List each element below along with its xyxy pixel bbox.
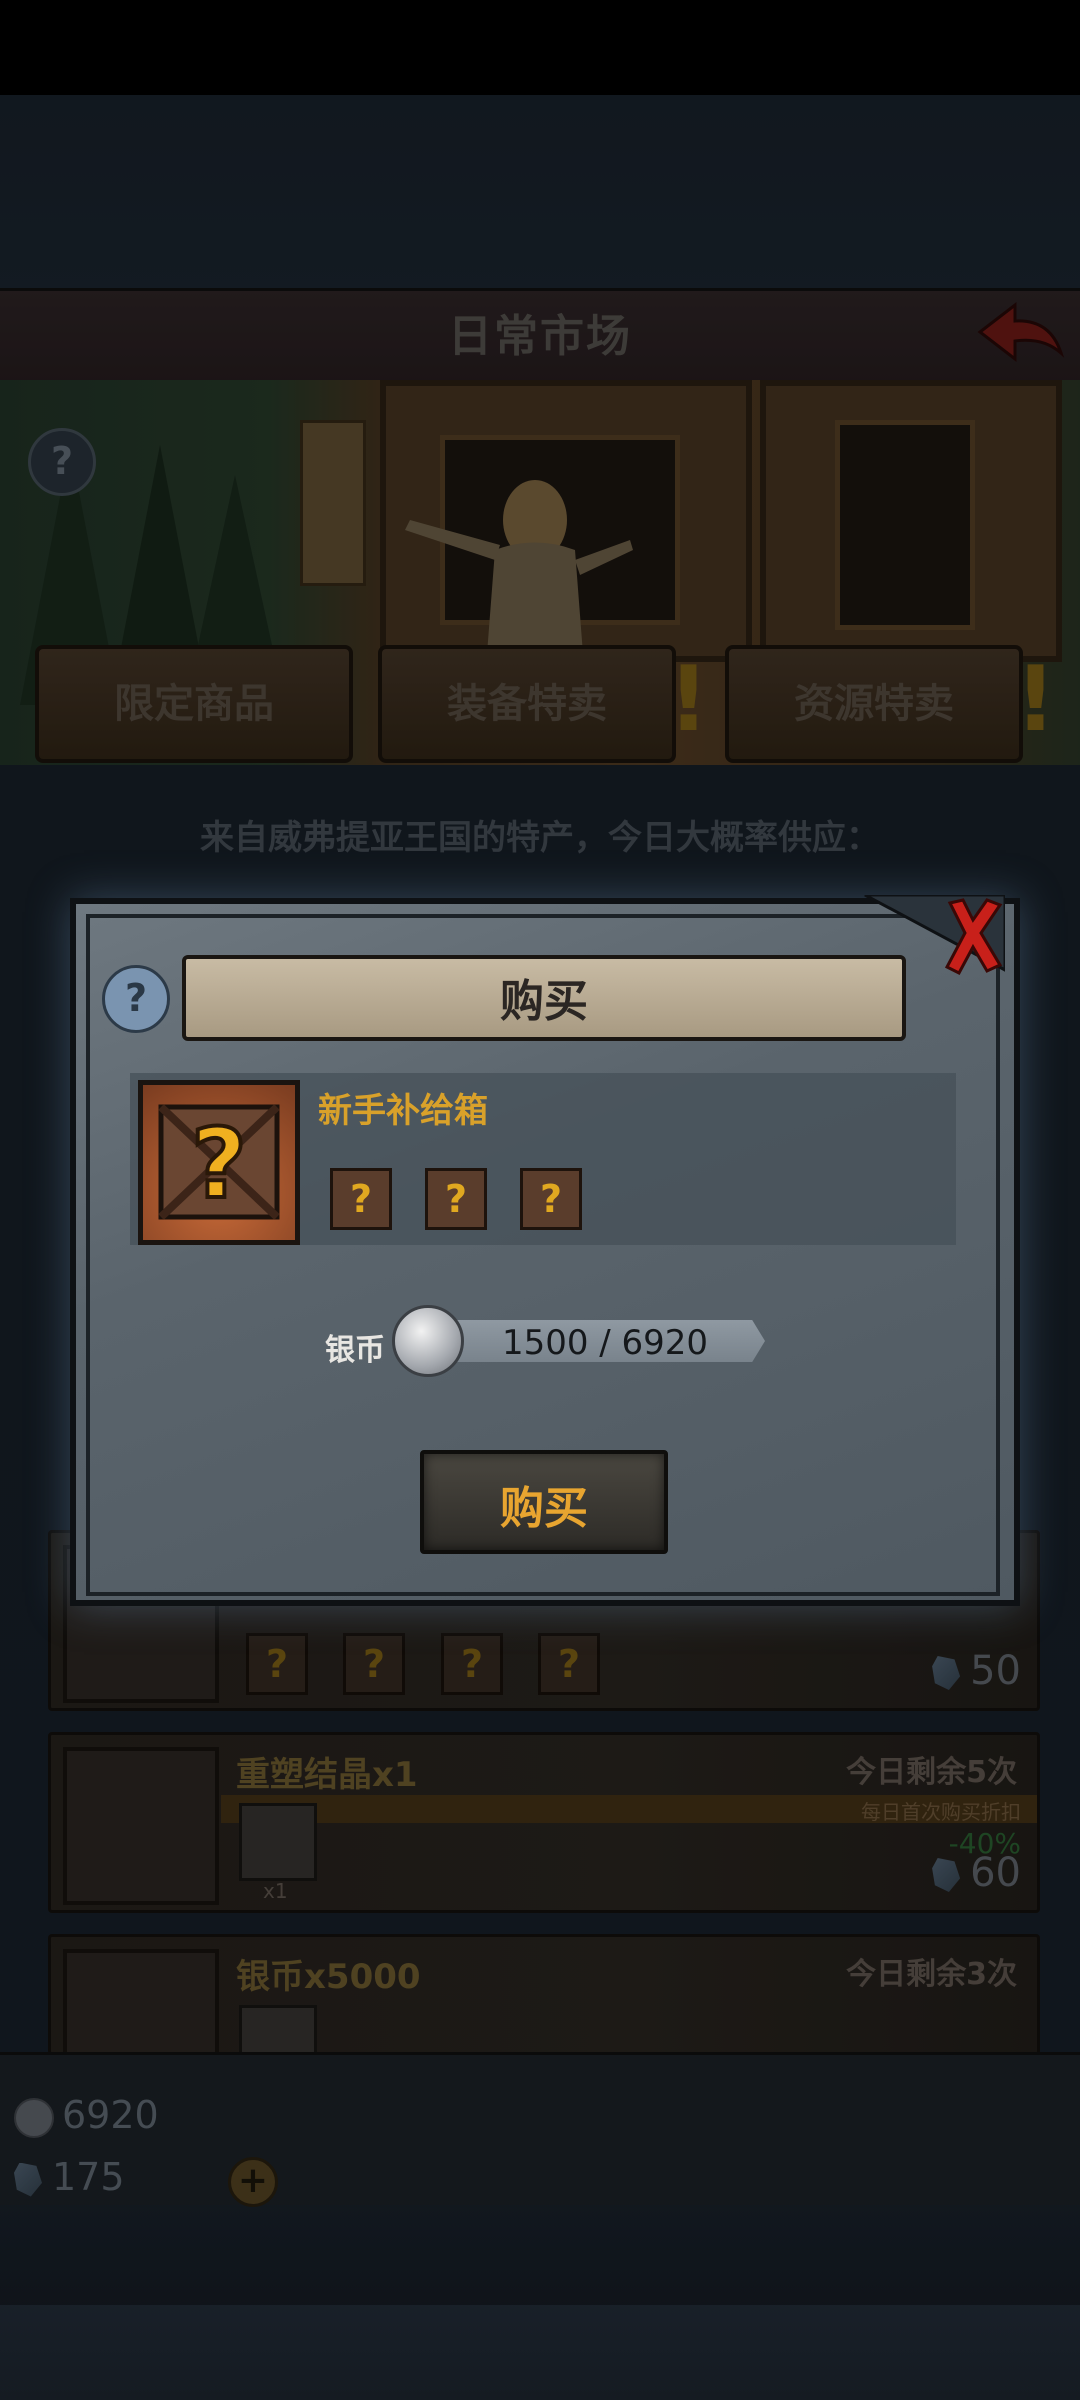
buy-button-label: 购买	[500, 1483, 588, 1534]
mystery-crate-icon: ?	[330, 1168, 392, 1230]
svg-text:?: ?	[191, 1108, 247, 1220]
mystery-crate-icon: ?	[520, 1168, 582, 1230]
product-name: 新手补给箱	[318, 1091, 488, 1131]
cost-label: 银币	[325, 1333, 385, 1368]
mystery-crate-icon: ?	[425, 1168, 487, 1230]
cost-value: 1500 / 6920	[501, 1323, 709, 1363]
help-icon[interactable]: ?	[102, 965, 170, 1033]
supply-crate-icon: ?	[138, 1080, 300, 1245]
dialog-title: 购买	[500, 976, 588, 1027]
